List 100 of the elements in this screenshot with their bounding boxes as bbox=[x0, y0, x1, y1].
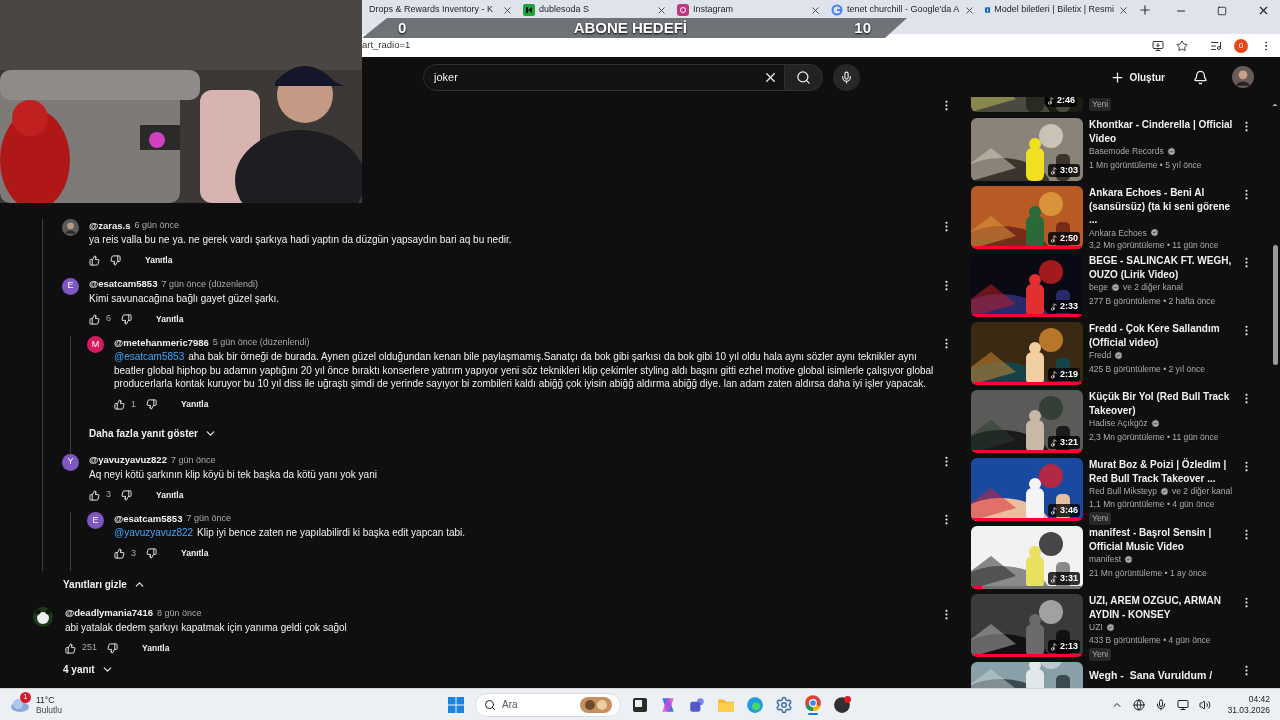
video-title[interactable]: Ankara Echoes - Beni Al (sansürsüz) (ta ki seni görene ... bbox=[1089, 186, 1240, 227]
like-icon[interactable] bbox=[114, 548, 125, 559]
channel-name[interactable]: Ankara Echoes bbox=[1089, 226, 1147, 240]
active-indicator bbox=[808, 713, 818, 715]
comment-text: @esatcam5853 aha bak bir örneği de burada. Aynen güzel olduğundan kenan bile paylaşmamış.Sanatçı da bok gibi şarkısı da bok gibi 10 yıl oldu hala aynı sözler aynı teknikler aynı beatler global hiphop bu adamın yaptığını 20 yıl önce bıraktı konserlere yatırım yapıyor yeni söz teknikleri klip çekimler styling aldı başını gitti ezhel motive global isimlerle çalışıyor global producerlarla kontak kuruyor bu 10 yıl diss ile uğraştı şimdi de yerinde sayıyor bi zombileri kaldı abiğğ çok iyisin abiğğ aldırma abiğğ diye. lan adam zaten aldırsa daha iyi işler yapacak. bbox=[114, 350, 935, 391]
comment-author[interactable]: @esatcam5853 bbox=[89, 277, 158, 292]
dislike-icon[interactable] bbox=[107, 642, 119, 654]
reply-button[interactable]: Yanıtla bbox=[171, 543, 219, 564]
video-title[interactable]: BEGE - SALINCAK FT. WEGH, OUZO (Lirik Video) bbox=[1089, 254, 1240, 281]
like-icon[interactable] bbox=[89, 255, 100, 266]
video-title[interactable]: manifest - Başrol Sensin | Official Music Video bbox=[1089, 526, 1240, 553]
terminal-icon[interactable] bbox=[632, 696, 648, 713]
avatar[interactable] bbox=[1232, 66, 1254, 88]
channel-name[interactable]: Red Bull Miksteyp bbox=[1089, 485, 1158, 498]
copilot-icon[interactable] bbox=[659, 695, 677, 714]
reply-button[interactable]: Yanıtla bbox=[135, 250, 183, 271]
media-icon[interactable] bbox=[1210, 39, 1222, 52]
profile-badge[interactable]: 0 bbox=[1234, 38, 1248, 53]
clock[interactable]: 04:42 31.03.2026 bbox=[1227, 693, 1270, 716]
dislike-icon[interactable] bbox=[110, 255, 121, 266]
duration-label: 2:19 bbox=[1060, 367, 1078, 381]
scrollbar-thumb[interactable] bbox=[1272, 245, 1278, 365]
tab-title: Drops & Rewards Inventory - K bbox=[369, 3, 495, 17]
channel-name[interactable]: UZI bbox=[1089, 621, 1103, 634]
show-more-replies-button[interactable]: Daha fazla yanıt göster bbox=[89, 421, 217, 446]
new-tab-icon[interactable] bbox=[1138, 3, 1152, 17]
dislike-icon[interactable] bbox=[146, 548, 157, 559]
mention-link[interactable]: @esatcam5853 bbox=[114, 351, 185, 362]
video-title[interactable]: Küçük Bir Yol (Red Bull Track Takeover) bbox=[1089, 390, 1240, 417]
dislike-icon[interactable] bbox=[146, 399, 157, 410]
browser-tab[interactable]: Instagram bbox=[672, 2, 826, 18]
teams-icon[interactable] bbox=[688, 695, 706, 714]
search-button[interactable] bbox=[785, 63, 823, 91]
notifications-icon[interactable] bbox=[1193, 69, 1208, 85]
comment-author[interactable]: @metehanmeric7986 bbox=[114, 335, 209, 351]
recorder-icon[interactable] bbox=[833, 695, 851, 714]
channel-name[interactable]: manifest bbox=[1089, 553, 1122, 567]
music-note-icon bbox=[1047, 97, 1055, 105]
install-icon[interactable] bbox=[1152, 39, 1164, 52]
network-icon[interactable] bbox=[1133, 698, 1146, 711]
duration-label: 2:13 bbox=[1060, 639, 1078, 653]
like-count: 3 bbox=[106, 488, 111, 502]
display-icon[interactable] bbox=[1177, 698, 1190, 711]
browser-icon[interactable] bbox=[746, 695, 764, 714]
search-input[interactable]: joker bbox=[434, 68, 763, 86]
reply-button[interactable]: Yanıtla bbox=[146, 485, 194, 505]
like-icon[interactable] bbox=[114, 399, 125, 410]
chrome-icon[interactable] bbox=[804, 694, 822, 712]
taskbar-search-field[interactable]: Ara bbox=[475, 692, 621, 717]
video-title[interactable]: Wegh - Sana Vuruldum / bbox=[1089, 669, 1213, 681]
like-icon[interactable] bbox=[89, 313, 100, 325]
search-placeholder: Ara bbox=[502, 698, 519, 712]
channel-name[interactable]: Basemode Records bbox=[1089, 145, 1164, 159]
duration-label: 3:31 bbox=[1060, 571, 1078, 585]
scroll-up-icon[interactable] bbox=[1271, 101, 1279, 109]
comment-author[interactable]: @yavuzyavuz822 bbox=[89, 453, 167, 468]
channel-name[interactable]: bege bbox=[1089, 281, 1108, 295]
reply-button[interactable]: Yanıtla bbox=[171, 394, 219, 415]
settings-icon[interactable] bbox=[775, 695, 793, 714]
doodle-icon bbox=[580, 696, 612, 713]
replies-toggle-button[interactable]: 4 yanıt bbox=[63, 661, 114, 677]
video-title[interactable]: Fredd - Çok Kere Sallandım (Official video) bbox=[1089, 322, 1240, 349]
video-title[interactable]: Murat Boz & Poizi | Özledim | Red Bull Track Takeover ... bbox=[1089, 458, 1240, 485]
start-icon[interactable] bbox=[448, 696, 464, 713]
comment-author[interactable]: @esatcam5853 bbox=[114, 511, 183, 527]
new-badge: Yeni bbox=[1089, 98, 1112, 111]
mention-link[interactable]: @yavuzyavuz822 bbox=[114, 527, 194, 538]
comment-author[interactable]: @deadlymania7416 bbox=[65, 606, 153, 621]
browser-tab[interactable]: tenet churchill - Google'da A bbox=[826, 2, 980, 18]
dislike-icon[interactable] bbox=[121, 489, 132, 501]
create-button[interactable]: Oluştur bbox=[1102, 65, 1173, 89]
close-icon[interactable] bbox=[810, 4, 821, 16]
close-icon[interactable] bbox=[1118, 4, 1129, 16]
browser-tab[interactable]: Drops & Rewards Inventory - K bbox=[364, 2, 518, 18]
volume-icon[interactable] bbox=[1199, 698, 1212, 711]
comment-author[interactable]: @zaras.s bbox=[89, 218, 131, 234]
close-icon[interactable] bbox=[656, 4, 667, 16]
hide-replies-button[interactable]: Yanıtları gizle bbox=[63, 572, 146, 597]
like-icon[interactable] bbox=[65, 642, 76, 654]
channel-name[interactable]: Hadise Açıkgöz bbox=[1089, 417, 1148, 431]
like-icon[interactable] bbox=[89, 489, 100, 501]
video-meta: 277 B görüntüleme • 2 hafta önce bbox=[1089, 294, 1217, 308]
browser-tab[interactable]: Model biletleri | Biletix | Resmi bbox=[980, 2, 1134, 18]
close-icon[interactable] bbox=[1257, 4, 1270, 17]
search-field[interactable]: joker bbox=[423, 63, 785, 91]
voice-search-button[interactable] bbox=[833, 63, 860, 91]
browser-tab[interactable]: dublesoda S bbox=[518, 2, 672, 18]
video-title[interactable]: Khontkar - Cinderella | Official Video bbox=[1089, 118, 1240, 145]
reply-button[interactable]: Yanıtla bbox=[132, 638, 180, 658]
video-title[interactable]: UZI, AREM OZGUC, ARMAN AYDIN - KONSEY bbox=[1089, 594, 1240, 621]
maximize-icon[interactable] bbox=[1217, 5, 1227, 16]
site-icon bbox=[985, 4, 991, 16]
close-icon[interactable] bbox=[502, 4, 513, 16]
reply-button[interactable]: Yanıtla bbox=[146, 309, 194, 329]
channel-name[interactable]: Fredd bbox=[1089, 349, 1112, 363]
close-icon[interactable] bbox=[964, 4, 975, 16]
bookmark-icon[interactable] bbox=[1176, 39, 1188, 52]
mic-icon[interactable] bbox=[1155, 698, 1168, 711]
dislike-icon[interactable] bbox=[121, 313, 132, 325]
search-icon bbox=[796, 69, 811, 85]
